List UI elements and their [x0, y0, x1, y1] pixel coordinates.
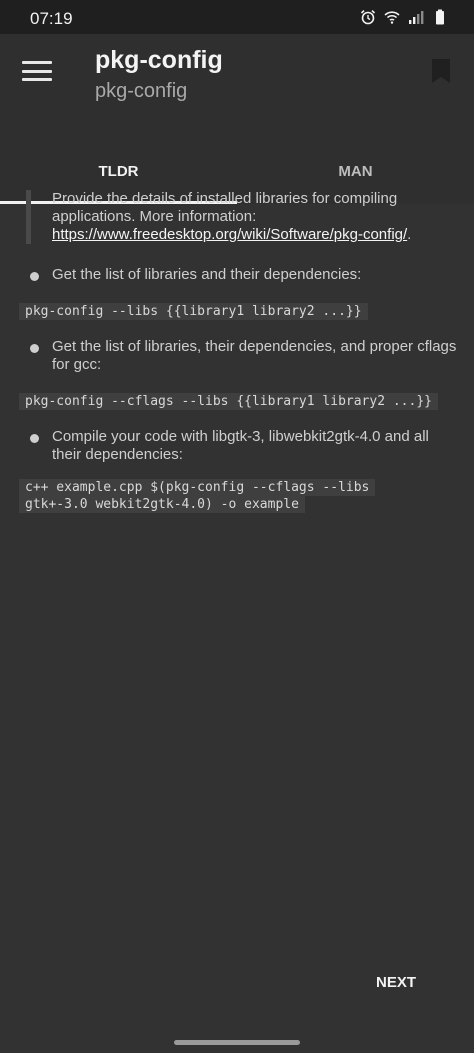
wifi-icon: [384, 11, 400, 24]
description-text: Provide the details of installed librari…: [52, 190, 398, 225]
alarm-icon: [360, 10, 376, 25]
page-title: pkg-config: [95, 46, 223, 74]
code-text: pkg-config --cflags --libs {{library1 li…: [19, 393, 438, 410]
page-subtitle: pkg-config: [95, 80, 188, 102]
battery-icon: [436, 9, 444, 25]
app-bar: pkg-config pkg-config TLDR MAN: [0, 34, 474, 204]
next-button[interactable]: NEXT: [376, 974, 416, 991]
signal-icon: [409, 11, 424, 24]
bookmark-icon[interactable]: [430, 58, 452, 84]
example-command-3[interactable]: c++ example.cpp $(pkg-config --cflags --…: [19, 479, 439, 513]
command-description: Provide the details of installed librari…: [26, 190, 458, 244]
code-text: pkg-config --libs {{library1 library2 ..…: [19, 303, 368, 320]
code-text: c++ example.cpp $(pkg-config --cflags --…: [19, 479, 376, 513]
status-bar: 07:19: [0, 0, 474, 34]
hamburger-line: [22, 69, 52, 73]
hamburger-line: [22, 61, 52, 64]
status-time: 07:19: [30, 9, 73, 28]
hamburger-line: [22, 78, 52, 81]
example-command-1[interactable]: pkg-config --libs {{library1 library2 ..…: [19, 303, 368, 320]
example-description-2: Get the list of libraries, their depende…: [30, 338, 460, 374]
status-icons: [360, 9, 448, 25]
more-info-link[interactable]: https://www.freedesktop.org/wiki/Softwar…: [52, 226, 407, 243]
example-description-3: Compile your code with libgtk-3, libwebk…: [30, 428, 460, 464]
home-indicator[interactable]: [174, 1040, 300, 1045]
example-description-1: Get the list of libraries and their depe…: [30, 266, 460, 284]
description-suffix: .: [407, 226, 412, 243]
menu-button[interactable]: [20, 56, 54, 86]
example-command-2[interactable]: pkg-config --cflags --libs {{library1 li…: [19, 393, 438, 410]
